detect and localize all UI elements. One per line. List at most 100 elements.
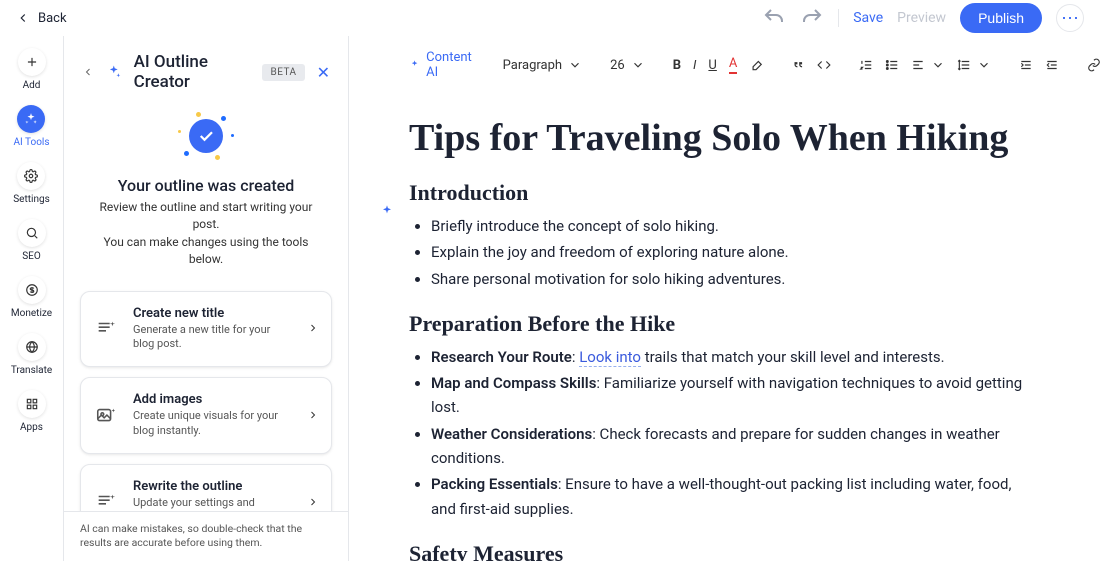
arrow-left-icon <box>16 11 30 25</box>
highlight-icon <box>749 58 763 72</box>
card-title: Create new title <box>133 306 293 321</box>
line-height-select[interactable] <box>957 58 991 72</box>
quote-button[interactable] <box>791 55 805 75</box>
doc-title: Tips for Traveling Solo When Hiking <box>409 116 1040 160</box>
editor-area: Content AI Paragraph 26 B I U A <box>349 36 1100 561</box>
chevron-down-icon <box>631 58 645 72</box>
rail-item-ai-tools[interactable]: AI Tools <box>13 105 49 148</box>
highlight-button[interactable] <box>749 55 763 75</box>
spark-icon <box>24 112 38 126</box>
italic-button[interactable]: I <box>693 55 696 75</box>
top-bar: Back Save Preview Publish ⋯ <box>0 0 1100 36</box>
editor-scroll[interactable]: Content AI Paragraph 26 B I U A <box>349 36 1100 561</box>
rail-item-apps[interactable]: Apps <box>18 390 46 433</box>
card-sub: Generate a new title for your blog post. <box>133 323 293 353</box>
image-icon <box>95 405 117 427</box>
list-item: Packing Essentials: Ensure to have a wel… <box>431 472 1040 521</box>
align-icon <box>911 58 925 72</box>
panel-title: AI Outline Creator <box>134 52 251 92</box>
outdent-icon <box>1045 58 1059 72</box>
indent-icon <box>1019 58 1033 72</box>
link-icon <box>1087 58 1100 72</box>
indent-button[interactable] <box>1019 55 1033 75</box>
search-icon <box>25 226 39 240</box>
chevron-down-icon <box>977 58 991 72</box>
title-icon <box>95 318 117 340</box>
list-item: Explain the joy and freedom of exploring… <box>431 240 1040 264</box>
list-item: Research Your Route: Look into trails th… <box>431 345 1040 369</box>
ai-panel: AI Outline Creator BETA ✕ Your outline w… <box>64 36 349 561</box>
text-color-button[interactable]: A <box>729 55 737 75</box>
confirm-block: Your outline was created Review the outl… <box>64 98 348 291</box>
panel-close-button[interactable]: ✕ <box>317 63 330 82</box>
side-rail: Add AI Tools Settings SEO Monetize Trans… <box>0 36 64 561</box>
publish-button[interactable]: Publish <box>960 3 1042 33</box>
success-icon <box>182 112 230 160</box>
save-button[interactable]: Save <box>853 10 883 26</box>
back-button[interactable]: Back <box>16 11 67 26</box>
chevron-left-icon <box>82 66 94 78</box>
chevron-right-icon <box>307 406 319 425</box>
ul-icon <box>885 58 899 72</box>
ordered-list-button[interactable] <box>859 55 873 75</box>
globe-icon <box>25 340 39 354</box>
more-button[interactable]: ⋯ <box>1056 4 1084 32</box>
line-height-icon <box>957 58 971 72</box>
section-heading: Preparation Before the Hike <box>409 311 1040 337</box>
chevron-down-icon <box>931 58 945 72</box>
chevron-down-icon <box>568 58 582 72</box>
card-create-title[interactable]: Create new title Generate a new title fo… <box>80 291 332 368</box>
unordered-list-button[interactable] <box>885 55 899 75</box>
chevron-right-icon <box>307 319 319 338</box>
bold-button[interactable]: B <box>673 55 681 75</box>
beta-badge: BETA <box>262 64 304 81</box>
card-sub: Create unique visuals for your blog inst… <box>133 409 293 439</box>
content-ai-button[interactable]: Content AI <box>409 50 475 80</box>
inline-link[interactable]: Look into <box>579 348 641 367</box>
rail-item-monetize[interactable]: Monetize <box>11 276 52 319</box>
font-size-select[interactable]: 26 <box>610 58 645 73</box>
rail-item-translate[interactable]: Translate <box>11 333 52 376</box>
undo-button[interactable] <box>762 6 786 30</box>
more-icon: ⋯ <box>1061 8 1079 29</box>
card-add-images[interactable]: Add images Create unique visuals for you… <box>80 377 332 454</box>
ai-section-marker[interactable] <box>379 204 395 220</box>
divider <box>838 9 839 27</box>
align-select[interactable] <box>911 58 945 72</box>
document-body[interactable]: Tips for Traveling Solo When Hiking Intr… <box>349 92 1100 561</box>
confirm-title: Your outline was created <box>118 176 294 195</box>
card-title: Rewrite the outline <box>133 479 293 494</box>
back-label: Back <box>38 11 67 26</box>
editor-toolbar: Content AI Paragraph 26 B I U A <box>349 36 1100 92</box>
plus-icon <box>25 55 39 69</box>
ol-icon <box>859 58 873 72</box>
dollar-icon <box>25 283 39 297</box>
confirm-sub: Review the outline and start writing you… <box>94 199 318 269</box>
check-icon <box>197 127 215 145</box>
outdent-button[interactable] <box>1045 55 1059 75</box>
bullet-list: Briefly introduce the concept of solo hi… <box>431 214 1040 291</box>
panel-footer: AI can make mistakes, so double-check th… <box>64 511 348 561</box>
rail-item-add[interactable]: Add <box>18 48 46 91</box>
list-item: Map and Compass Skills: Familiarize your… <box>431 371 1040 420</box>
rail-item-seo[interactable]: SEO <box>18 219 46 262</box>
quote-icon <box>791 58 805 72</box>
card-title: Add images <box>133 392 293 407</box>
redo-icon <box>800 6 824 30</box>
list-item: Weather Considerations: Check forecasts … <box>431 422 1040 471</box>
undo-icon <box>762 6 786 30</box>
section-heading: Introduction <box>409 180 1040 206</box>
underline-button[interactable]: U <box>708 55 716 75</box>
preview-button: Preview <box>897 10 946 26</box>
panel-back-button[interactable] <box>82 63 94 82</box>
redo-button[interactable] <box>800 6 824 30</box>
bullet-list: Research Your Route: Look into trails th… <box>431 345 1040 521</box>
chevron-right-icon <box>307 493 319 512</box>
list-item: Briefly introduce the concept of solo hi… <box>431 214 1040 238</box>
list-item: Share personal motivation for solo hikin… <box>431 267 1040 291</box>
paragraph-style-select[interactable]: Paragraph <box>503 58 582 73</box>
link-button[interactable] <box>1087 55 1100 75</box>
grid-icon <box>25 397 39 411</box>
code-button[interactable] <box>817 55 831 75</box>
rail-item-settings[interactable]: Settings <box>13 162 50 205</box>
